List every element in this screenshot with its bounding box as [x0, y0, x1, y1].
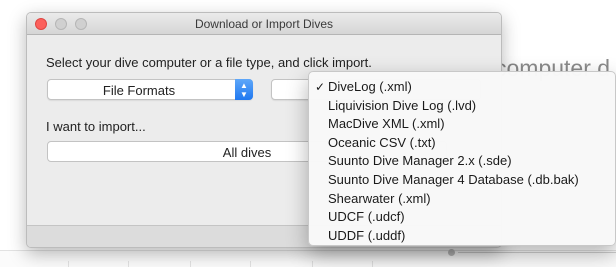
file-type-selected: File Formats: [102, 83, 176, 98]
menu-item-suunto-4[interactable]: Suunto Dive Manager 4 Database (.db.bak): [309, 171, 615, 190]
menu-item-label: Shearwater (.xml): [328, 190, 431, 206]
table-column-divider: [128, 261, 129, 267]
import-label: I want to import...: [46, 119, 146, 134]
split-handle[interactable]: [448, 249, 455, 256]
menu-item-divelog[interactable]: ✓ DiveLog (.xml): [309, 78, 615, 97]
up-down-chevrons-icon: ▲ ▼: [235, 79, 253, 100]
split-divider: [458, 252, 616, 253]
menu-item-shearwater[interactable]: Shearwater (.xml): [309, 190, 615, 209]
checkmark-icon: ✓: [315, 80, 326, 94]
title-bar[interactable]: Download or Import Dives: [27, 13, 501, 35]
menu-item-udcf[interactable]: UDCF (.udcf): [309, 208, 615, 227]
menu-item-label: UDDF (.uddf): [328, 227, 406, 243]
table-column-divider: [68, 261, 69, 267]
table-column-divider: [190, 261, 191, 267]
menu-item-liquivision[interactable]: Liquivision Dive Log (.lvd): [309, 97, 615, 116]
menu-item-label: Oceanic CSV (.txt): [328, 134, 436, 150]
menu-item-uddf[interactable]: UDDF (.uddf): [309, 227, 615, 246]
menu-item-suunto-2x[interactable]: Suunto Dive Manager 2.x (.sde): [309, 152, 615, 171]
table-column-divider: [372, 261, 373, 267]
instructions-text: Select your dive computer or a file type…: [46, 55, 372, 70]
menu-item-label: Suunto Dive Manager 4 Database (.db.bak): [328, 171, 579, 187]
format-menu: ✓ DiveLog (.xml) Liquivision Dive Log (.…: [308, 71, 616, 246]
window-title: Download or Import Dives: [194, 17, 334, 31]
menu-item-label: Liquivision Dive Log (.lvd): [328, 97, 477, 113]
menu-item-macdive[interactable]: MacDive XML (.xml): [309, 115, 615, 134]
menu-item-label: UDCF (.udcf): [328, 209, 405, 225]
file-type-popup[interactable]: File Formats ▲ ▼: [47, 79, 253, 100]
menu-item-label: DiveLog (.xml): [328, 79, 412, 94]
menu-item-oceanic[interactable]: Oceanic CSV (.txt): [309, 134, 615, 153]
menu-item-label: Suunto Dive Manager 2.x (.sde): [328, 153, 512, 169]
menu-item-label: MacDive XML (.xml): [328, 116, 445, 132]
table-column-divider: [312, 261, 313, 267]
table-column-divider: [250, 261, 251, 267]
